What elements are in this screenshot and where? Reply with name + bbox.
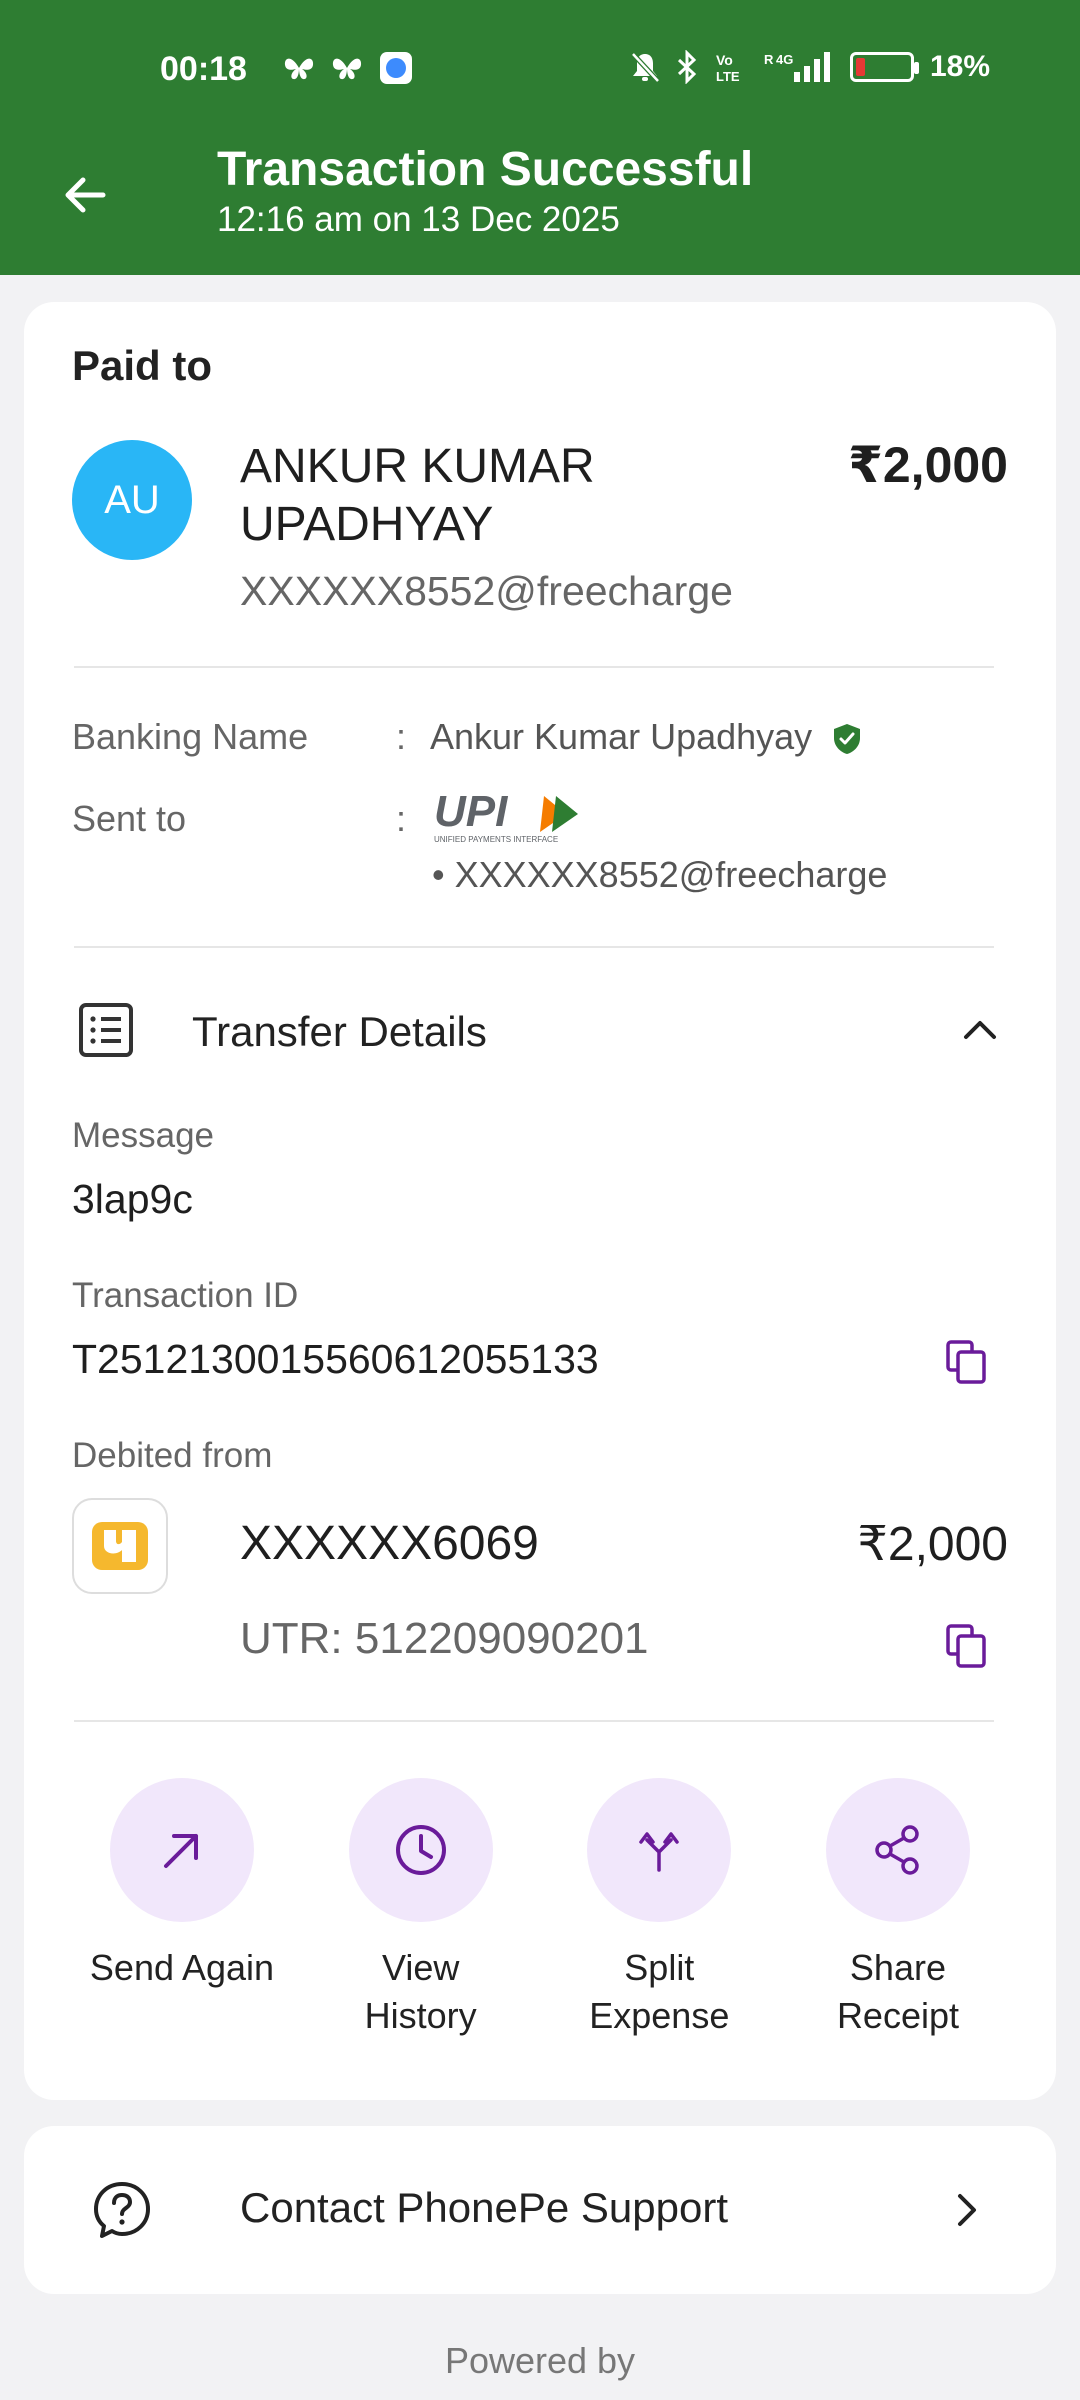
split-expense-circle[interactable]: [587, 1778, 732, 1922]
share-receipt-button[interactable]: Share Receipt: [788, 1778, 1008, 2040]
payee-amount: ₹2,000: [848, 437, 1008, 493]
upi-logo-subtext: UNIFIED PAYMENTS INTERFACE: [434, 835, 558, 844]
bank-logo: [72, 1498, 168, 1594]
volte-icon: VoLTE: [716, 52, 740, 84]
battery-level: [855, 58, 865, 76]
copy-icon: [946, 1340, 986, 1384]
debited-from-label: Debited from: [72, 1436, 273, 1475]
send-again-circle[interactable]: [110, 1778, 254, 1922]
avatar: AU: [72, 440, 192, 560]
send-again-button[interactable]: Send Again: [72, 1778, 292, 2040]
payee-upi-id: XXXXXX8552@freecharge: [240, 568, 733, 614]
signal-icon: R 4G: [764, 52, 830, 82]
upi-logo-text: UPI: [434, 788, 508, 836]
banking-name-value: Ankur Kumar Upadhyay: [430, 716, 862, 758]
debited-amount: ₹2,000: [857, 1518, 1008, 1571]
sent-to-upi-id: • XXXXXX8552@freecharge: [432, 854, 888, 895]
arrow-up-right-icon: [164, 1834, 198, 1868]
butterfly-icon: [284, 58, 314, 80]
split-expense-button[interactable]: Split Expense: [549, 1778, 769, 2040]
svg-text:Vo: Vo: [716, 52, 733, 68]
bluetooth-icon: [677, 50, 697, 84]
colon: :: [396, 798, 407, 839]
send-again-label: Send Again: [89, 1947, 275, 1988]
copy-utr-button[interactable]: [938, 1618, 994, 1674]
divider: [74, 666, 994, 668]
app-notification-icon: [380, 52, 412, 84]
chevron-up-icon: [964, 1021, 996, 1039]
app-bar: Transaction Successful 12:16 am on 13 De…: [0, 130, 1080, 275]
receipt-list-icon: [76, 1000, 136, 1060]
copy-icon: [946, 1624, 986, 1668]
view-history-label: View History: [364, 1947, 477, 2036]
sent-to-label: Sent to: [72, 798, 187, 839]
powered-by: Powered by: [444, 2340, 636, 2381]
svg-text:LTE: LTE: [716, 69, 740, 84]
share-receipt-circle[interactable]: [825, 1778, 970, 1922]
copy-transaction-id-button[interactable]: [938, 1334, 994, 1390]
help-circle-icon: [90, 2178, 154, 2242]
svg-text:4G: 4G: [776, 52, 793, 67]
contact-support-row[interactable]: Contact PhonePe Support: [24, 2126, 1056, 2294]
verified-shield-icon: [834, 724, 861, 755]
transaction-id-value: T2512130015560612055133: [72, 1336, 599, 1382]
divider: [74, 1720, 994, 1722]
system-icons: Vo LTE R 4G 18%: [630, 50, 990, 84]
mute-icon: [631, 52, 660, 83]
account-number: XXXXXX6069: [240, 1517, 539, 1570]
butterfly-icon: [332, 58, 362, 80]
payee-name: ANKUR KUMAR UPADHYAY: [240, 440, 595, 551]
clock-icon: [395, 1825, 446, 1875]
view-history-button[interactable]: View History: [311, 1778, 531, 2040]
transaction-id-label: Transaction ID: [72, 1276, 299, 1315]
action-row: Send Again View History Split Expense Sh…: [72, 1778, 1008, 2040]
split-expense-label: Split Expense: [589, 1947, 730, 2036]
battery-percent: 18%: [929, 50, 990, 83]
upi-logo: UPI UNIFIED PAYMENTS INTERFACE: [432, 787, 582, 846]
split-icon: [639, 1832, 680, 1872]
share-icon: [875, 1825, 919, 1875]
utr-number: UTR: 512209090201: [240, 1614, 649, 1663]
message-value: 3lap9c: [72, 1176, 193, 1222]
status-time: 00:18: [160, 50, 247, 88]
view-history-circle[interactable]: [348, 1778, 493, 1922]
status-bar: 00:18 Vo LTE R 4G 18%: [0, 0, 1080, 130]
banking-name-label: Banking Name: [72, 716, 309, 757]
notification-icons: [282, 50, 414, 86]
banking-name-text: Ankur Kumar Upadhyay: [430, 716, 813, 757]
transfer-details-title[interactable]: Transfer Details: [192, 1008, 487, 1056]
transaction-card: Paid to AU ANKUR KUMAR UPADHYAY ₹2,000 X…: [24, 302, 1056, 2100]
collapse-toggle[interactable]: [952, 1002, 1008, 1058]
colon: :: [396, 716, 407, 757]
transaction-datetime: 12:16 am on 13 Dec 2025: [217, 200, 620, 239]
divider: [74, 946, 994, 948]
chevron-right-icon: [938, 2182, 994, 2238]
svg-text:R: R: [764, 52, 774, 67]
page-title: Transaction Successful: [217, 143, 754, 196]
message-label: Message: [72, 1116, 215, 1155]
contact-support-label: Contact PhonePe Support: [240, 2184, 729, 2231]
paid-to-label: Paid to: [72, 342, 213, 389]
arrow-left-icon: [65, 177, 106, 213]
battery-icon: [849, 52, 919, 82]
share-receipt-label: Share Receipt: [836, 1947, 959, 2036]
back-button[interactable]: [50, 160, 120, 230]
